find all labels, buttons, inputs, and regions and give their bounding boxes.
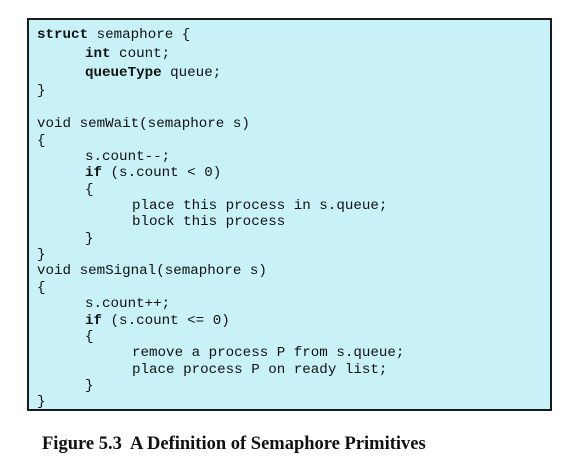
code-line-remove-process: remove a process P from s.queue; bbox=[132, 345, 405, 361]
code-line-if-close: } bbox=[85, 378, 94, 394]
code-line-count-increment: s.count++; bbox=[85, 296, 171, 312]
code-line-struct-close: } bbox=[37, 83, 46, 99]
keyword-int: int bbox=[85, 46, 111, 62]
code-line-int-count: int count; bbox=[85, 46, 171, 62]
keyword-queuetype: queueType bbox=[85, 65, 162, 81]
keyword-if: if bbox=[85, 165, 103, 181]
code-line-place-on-ready-list: place process P on ready list; bbox=[132, 362, 388, 378]
code-line-semwait-open: { bbox=[37, 133, 46, 149]
code-line-if-open: { bbox=[85, 329, 94, 345]
keyword-if: if bbox=[85, 313, 103, 329]
code-line-block-process: block this process bbox=[132, 214, 286, 230]
code-line-struct-header: struct semaphore { bbox=[37, 27, 191, 43]
code-line-semsignal-signature: void semSignal(semaphore s) bbox=[37, 263, 267, 279]
code-line-if-close: } bbox=[85, 231, 94, 247]
code-line-queue: queueType queue; bbox=[85, 65, 222, 81]
code-line-if-less-than-zero: if (s.count < 0) bbox=[85, 165, 222, 181]
code-line-semsignal-close: } bbox=[37, 394, 46, 410]
code-line-if-less-equal-zero: if (s.count <= 0) bbox=[85, 313, 230, 329]
code-listing: struct semaphore { int count; queueType … bbox=[27, 18, 552, 411]
code-line-semwait-signature: void semWait(semaphore s) bbox=[37, 116, 250, 132]
figure-caption: Figure 5.3 A Definition of Semaphore Pri… bbox=[42, 434, 426, 454]
code-line-if-open: { bbox=[85, 182, 94, 198]
code-line-semsignal-open: { bbox=[37, 280, 46, 296]
keyword-struct: struct bbox=[37, 27, 89, 43]
